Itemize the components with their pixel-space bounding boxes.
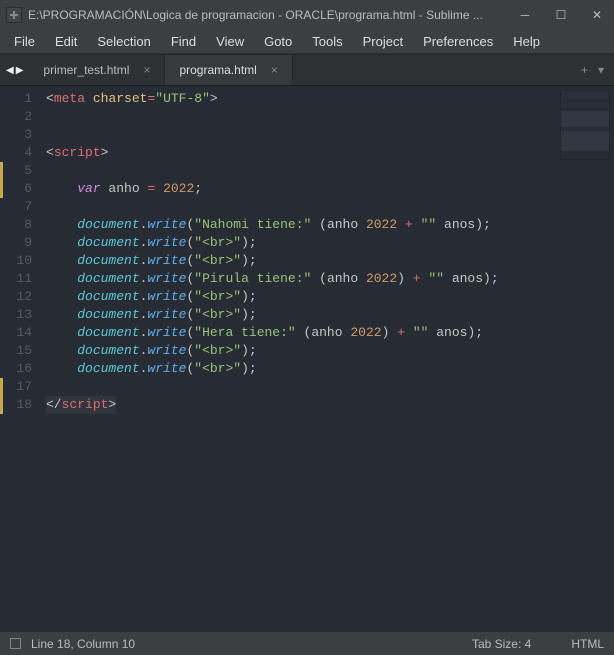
status-syntax[interactable]: HTML — [571, 637, 604, 651]
line-number: 1 — [0, 90, 32, 108]
close-icon[interactable]: × — [271, 63, 278, 77]
line-number: 17 — [0, 378, 32, 396]
line-number: 3 — [0, 126, 32, 144]
tab-prev-icon[interactable]: ◀ — [6, 65, 14, 76]
code-area[interactable]: <meta charset="UTF-8"> <script> var anho … — [42, 86, 614, 631]
line-number: 9 — [0, 234, 32, 252]
code-line[interactable]: <meta charset="UTF-8"> — [46, 90, 614, 108]
code-line[interactable]: document.write("Nahomi tiene:" (anho 202… — [46, 216, 614, 234]
line-number: 2 — [0, 108, 32, 126]
line-number: 13 — [0, 306, 32, 324]
tab-overflow-icon[interactable]: ▾ — [598, 63, 604, 77]
line-number: 4 — [0, 144, 32, 162]
maximize-button[interactable]: ☐ — [550, 0, 572, 30]
editor[interactable]: 123456789101112131415161718 <meta charse… — [0, 86, 614, 631]
code-line[interactable] — [46, 126, 614, 144]
code-line[interactable]: document.write("<br>"); — [46, 360, 614, 378]
tab-next-icon[interactable]: ▶ — [16, 65, 24, 76]
status-position[interactable]: Line 18, Column 10 — [31, 637, 135, 651]
menu-tools[interactable]: Tools — [304, 32, 350, 51]
menu-view[interactable]: View — [208, 32, 252, 51]
tab-primer_test-html[interactable]: primer_test.html × — [29, 55, 165, 85]
new-tab-button[interactable]: + — [581, 63, 588, 77]
line-number: 6 — [0, 180, 32, 198]
menu-edit[interactable]: Edit — [47, 32, 85, 51]
window-controls: ─ ☐ ✕ — [514, 0, 608, 30]
tab-label: programa.html — [179, 63, 256, 77]
menu-file[interactable]: File — [6, 32, 43, 51]
code-line[interactable]: <script> — [46, 144, 614, 162]
code-line[interactable] — [46, 378, 614, 396]
code-line[interactable]: var anho = 2022; — [46, 180, 614, 198]
close-icon[interactable]: × — [143, 63, 150, 77]
line-number: 18 — [0, 396, 32, 414]
line-number: 8 — [0, 216, 32, 234]
minimap[interactable] — [560, 90, 610, 160]
code-line[interactable]: document.write("Pirula tiene:" (anho 202… — [46, 270, 614, 288]
menu-preferences[interactable]: Preferences — [415, 32, 501, 51]
line-number: 14 — [0, 324, 32, 342]
line-number: 11 — [0, 270, 32, 288]
menu-find[interactable]: Find — [163, 32, 204, 51]
code-line[interactable]: document.write("<br>"); — [46, 342, 614, 360]
code-line[interactable] — [46, 108, 614, 126]
line-number: 10 — [0, 252, 32, 270]
code-line[interactable]: document.write("<br>"); — [46, 234, 614, 252]
line-number: 12 — [0, 288, 32, 306]
code-line[interactable]: document.write("<br>"); — [46, 306, 614, 324]
menubar: FileEditSelection FindViewGotoTools Projec… — [0, 30, 614, 54]
line-number: 15 — [0, 342, 32, 360]
menu-selection[interactable]: Selection — [89, 32, 158, 51]
tab-nav-arrows[interactable]: ◀ ▶ — [0, 55, 29, 85]
code-line[interactable] — [46, 162, 614, 180]
statusbar: Line 18, Column 10 Tab Size: 4 HTML — [0, 631, 614, 655]
close-button[interactable]: ✕ — [586, 0, 608, 30]
line-number: 7 — [0, 198, 32, 216]
line-number: 16 — [0, 360, 32, 378]
tab-label: primer_test.html — [43, 63, 129, 77]
menu-help[interactable]: Help — [505, 32, 548, 51]
menu-goto[interactable]: Goto — [256, 32, 300, 51]
window-title: E:\PROGRAMACIÓN\Logica de programacion -… — [28, 8, 504, 22]
code-line[interactable]: </script> — [46, 396, 614, 414]
code-line[interactable] — [46, 198, 614, 216]
menu-project[interactable]: Project — [355, 32, 411, 51]
tab-programa-html[interactable]: programa.html × — [165, 55, 292, 85]
code-line[interactable]: document.write("Hera tiene:" (anho 2022)… — [46, 324, 614, 342]
status-toggle-icon[interactable] — [10, 638, 21, 649]
tabbar: ◀ ▶ primer_test.html × programa.html × + ▾ — [0, 54, 614, 86]
gutter: 123456789101112131415161718 — [0, 86, 42, 631]
code-line[interactable]: document.write("<br>"); — [46, 252, 614, 270]
minimize-button[interactable]: ─ — [514, 0, 536, 30]
status-tab-size[interactable]: Tab Size: 4 — [472, 637, 531, 651]
titlebar: E:\PROGRAMACIÓN\Logica de programacion -… — [0, 0, 614, 30]
line-number: 5 — [0, 162, 32, 180]
app-icon — [6, 7, 22, 23]
code-line[interactable]: document.write("<br>"); — [46, 288, 614, 306]
